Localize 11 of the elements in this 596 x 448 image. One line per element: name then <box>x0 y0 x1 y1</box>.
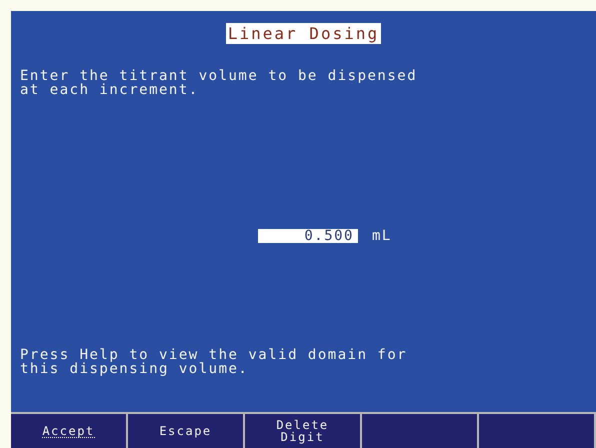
softkey-label: Escape <box>159 425 212 437</box>
softkey-label: Accept <box>42 424 95 438</box>
prompt-text: Enter the titrant volume to be dispensed at each increment. <box>20 69 418 97</box>
softkey[interactable]: Escape <box>128 414 245 448</box>
softkey[interactable]: Delete Digit <box>245 414 362 448</box>
screen-title: Linear Dosing <box>226 23 382 44</box>
softkey[interactable]: Accept <box>11 414 128 448</box>
softkey-label: Delete Digit <box>276 419 329 443</box>
help-text: Press Help to view the valid domain for this dispensing volume. <box>20 348 408 376</box>
unit-label: mL <box>372 228 392 244</box>
volume-field[interactable]: 0.500 <box>258 229 358 243</box>
